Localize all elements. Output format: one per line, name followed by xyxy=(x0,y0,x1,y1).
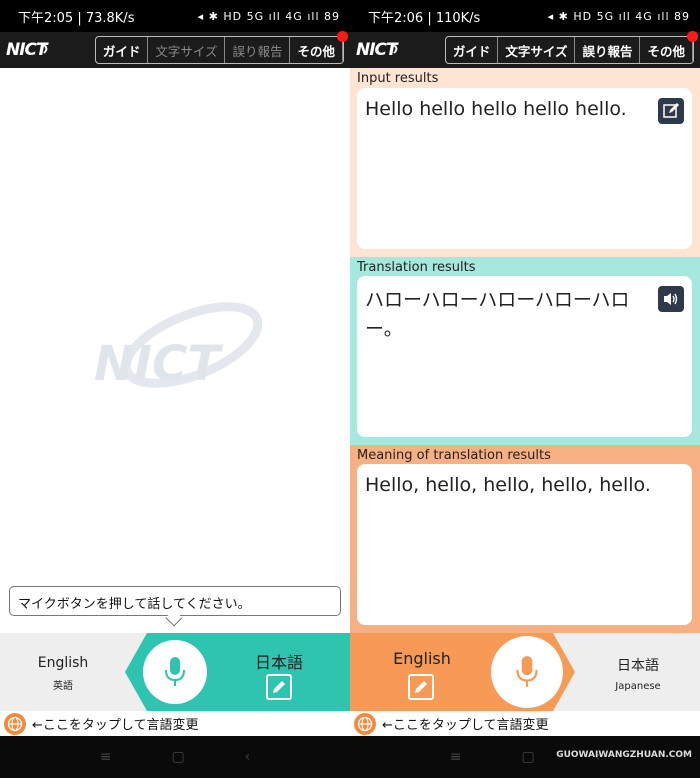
left-screen: 下午2:05 | 73.8K/s ◂ ✱ HD 5G ıll 4G ıll 89… xyxy=(0,0,350,778)
status-bar: 下午2:05 | 73.8K/s ◂ ✱ HD 5G ıll 4G ıll 89 xyxy=(0,0,350,32)
translation-results-text: ハローハローハローハローハロー。 xyxy=(365,289,630,340)
input-results-text: Hello hello hello hello hello. xyxy=(365,98,627,120)
notification-dot xyxy=(687,31,698,42)
top-menu: ガイド 文字サイズ 誤り報告 その他 xyxy=(444,31,698,64)
error-report-button[interactable]: 誤り報告 xyxy=(575,37,641,63)
meaning-results-section: Meaning of translation results Hello, he… xyxy=(350,445,700,633)
target-language[interactable]: 日本語 xyxy=(248,649,310,673)
right-screen: 下午2:06 | 110K/s ◂ ✱ HD 5G ıll 4G ıll 89 … xyxy=(350,0,700,778)
status-time: 下午2:06 | 110K/s xyxy=(368,10,481,26)
meaning-results-text: Hello, hello, hello, hello, hello. xyxy=(365,474,651,496)
meaning-results-box: Hello, hello, hello, hello, hello. xyxy=(357,464,692,625)
meaning-results-label: Meaning of translation results xyxy=(357,448,551,463)
site-watermark: GUOWAIWANGZHUAN.COM xyxy=(556,750,692,760)
target-language[interactable]: 日本語 Japanese xyxy=(606,655,670,692)
translation-results-section: Translation results ハローハローハローハローハロー。 xyxy=(350,257,700,445)
menu-nav-icon[interactable]: ≡ xyxy=(100,749,112,765)
input-results-label: Input results xyxy=(357,71,439,86)
input-results-section: Input results Hello hello hello hello he… xyxy=(350,68,700,257)
top-menu: ガイド 文字サイズ 誤り報告 その他 xyxy=(94,31,348,64)
font-size-button[interactable]: 文字サイズ xyxy=(148,37,226,63)
mic-icon xyxy=(165,657,185,686)
nict-watermark-logo: NICT xyxy=(94,302,262,392)
system-nav-bar: ≡ ▢ ‹ xyxy=(0,736,350,778)
status-icons: ◂ ✱ HD 5G ıll 4G ıll 89 xyxy=(197,9,340,23)
language-change-footer[interactable]: ←ここをタップして言語変更 xyxy=(350,711,700,736)
mic-icon xyxy=(516,656,538,687)
input-results-box: Hello hello hello hello hello. xyxy=(357,88,692,249)
target-language-sub: Japanese xyxy=(615,681,661,692)
status-bar: 下午2:06 | 110K/s ◂ ✱ HD 5G ıll 4G ıll 89 xyxy=(350,0,700,32)
edit-icon xyxy=(663,103,679,118)
font-size-button[interactable]: 文字サイズ xyxy=(498,37,576,63)
translation-results-box: ハローハローハローハローハロー。 xyxy=(357,276,692,437)
source-language[interactable]: English 英語 xyxy=(22,655,104,692)
source-language[interactable]: English xyxy=(386,649,458,668)
edit-icon xyxy=(415,681,427,693)
status-time: 下午2:05 | 73.8K/s xyxy=(18,10,135,26)
target-language-name: 日本語 xyxy=(254,653,303,672)
play-audio-button[interactable] xyxy=(658,286,684,312)
speaker-icon xyxy=(664,293,678,305)
app-bar: NICT ガイド 文字サイズ 誤り報告 その他 xyxy=(0,31,350,68)
language-change-text: ←ここをタップして言語変更 xyxy=(32,718,199,733)
status-icons: ◂ ✱ HD 5G ıll 4G ıll 89 xyxy=(547,9,690,23)
edit-input-button[interactable] xyxy=(658,98,684,124)
text-input-button[interactable] xyxy=(408,674,434,700)
home-nav-icon[interactable]: ▢ xyxy=(171,749,184,765)
menu-nav-icon[interactable]: ≡ xyxy=(450,749,462,765)
other-button[interactable]: その他 xyxy=(640,37,693,63)
source-language-name: English xyxy=(393,649,451,668)
source-language-sub: 英語 xyxy=(53,681,73,692)
text-input-button[interactable] xyxy=(266,674,292,700)
system-nav-bar: ≡ ▢ ‹ GUOWAIWANGZHUAN.COM xyxy=(350,736,700,778)
edit-icon xyxy=(273,681,285,693)
notification-dot xyxy=(337,31,348,42)
language-bar: English 英語 日本語 xyxy=(0,633,350,711)
error-report-button[interactable]: 誤り報告 xyxy=(225,37,291,63)
other-button[interactable]: その他 xyxy=(290,37,343,63)
watermark-text: NICT xyxy=(94,336,223,392)
source-language-name: English xyxy=(37,655,89,671)
app-bar: NICT ガイド 文字サイズ 誤り報告 その他 xyxy=(350,31,700,68)
mic-button[interactable] xyxy=(491,636,563,708)
home-nav-icon[interactable]: ▢ xyxy=(521,749,534,765)
language-bar: English 日本語 Japanese xyxy=(350,633,700,711)
globe-icon xyxy=(354,712,376,735)
guide-button[interactable]: ガイド xyxy=(96,37,149,63)
mic-button[interactable] xyxy=(143,640,207,704)
back-nav-icon[interactable]: ‹ xyxy=(245,749,251,765)
guide-button[interactable]: ガイド xyxy=(446,37,499,63)
language-change-footer[interactable]: ←ここをタップして言語変更 xyxy=(0,711,350,736)
target-language-name: 日本語 xyxy=(617,658,659,674)
language-change-text: ←ここをタップして言語変更 xyxy=(382,718,549,733)
translation-results-label: Translation results xyxy=(357,260,476,275)
globe-icon xyxy=(4,712,26,735)
